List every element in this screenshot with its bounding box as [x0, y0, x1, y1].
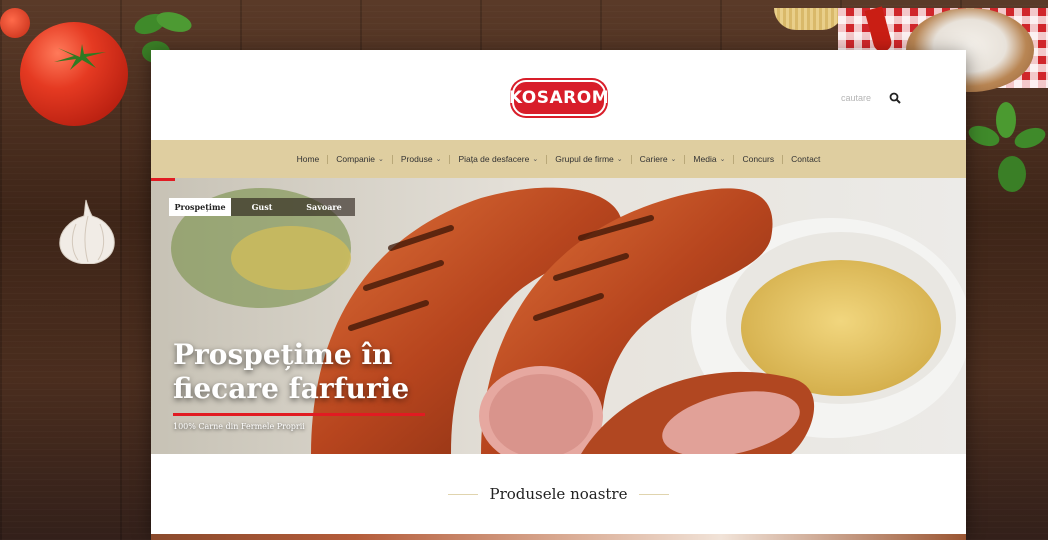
tab-prospetime[interactable]: Prospețime	[169, 198, 231, 216]
hero-accent-bar	[151, 178, 175, 181]
kosarom-logo[interactable]: KOSAROM	[509, 80, 609, 116]
hero-title-line-2: fiecare farfurie	[173, 372, 410, 405]
nav-label: Companie	[336, 154, 376, 164]
nav-label: Cariere	[639, 154, 668, 164]
garlic-decoration	[59, 199, 115, 264]
chevron-down-icon: ⌄	[719, 156, 726, 163]
cherry-tomato-decoration	[0, 8, 30, 38]
nav-label: Home	[296, 154, 320, 164]
chevron-down-icon: ⌄	[532, 156, 539, 163]
basil-leaf-decoration-right	[968, 102, 1046, 192]
nav-item-media[interactable]: Media ⌄	[685, 154, 733, 164]
chevron-down-icon: ⌄	[670, 156, 677, 163]
nav-label: Media	[693, 154, 717, 164]
nav-label: Concurs	[742, 154, 775, 164]
nav-label: Grupul de firme	[555, 154, 614, 164]
tomato-stem-decoration	[54, 44, 106, 70]
nav-item-cariere[interactable]: Cariere ⌄	[632, 154, 685, 164]
search-box	[841, 92, 901, 104]
nav-item-concurs[interactable]: Concurs	[734, 154, 782, 164]
nav-item-piata-de-desfacere[interactable]: Piața de desfacere ⌄	[450, 154, 546, 164]
chevron-down-icon: ⌄	[435, 156, 442, 163]
hero-title-underline	[173, 413, 425, 416]
hero-slider: Prospețime Gust Savoare Prospețime în fi…	[151, 178, 966, 454]
hero-subtitle: 100% Carne din Fermele Proprii	[173, 422, 305, 431]
chevron-down-icon: ⌄	[616, 156, 623, 163]
nav-label: Produse	[400, 154, 433, 164]
search-icon[interactable]	[889, 92, 901, 104]
products-title: Produsele noastre	[489, 485, 628, 503]
pasta-decoration	[774, 8, 844, 30]
nav-item-companie[interactable]: Companie ⌄	[328, 154, 392, 164]
products-section-header: Produsele noastre	[151, 454, 966, 534]
tab-gust[interactable]: Gust	[231, 198, 293, 216]
nav-item-home[interactable]: Home	[289, 154, 328, 164]
hero-title: Prospețime în fiecare farfurie	[173, 338, 409, 406]
search-input[interactable]	[841, 93, 877, 103]
nav-item-produse[interactable]: Produse ⌄	[393, 154, 450, 164]
nav-item-contact[interactable]: Contact	[783, 154, 828, 164]
hero-title-line-1: Prospețime în	[173, 338, 393, 371]
nav-item-grupul-de-firme[interactable]: Grupul de firme ⌄	[547, 154, 630, 164]
heading-decoration-line	[447, 493, 478, 495]
website-card: KOSAROM Home Companie⌄ Produse⌄ Piața de…	[151, 50, 966, 534]
nav-label: Contact	[791, 154, 821, 164]
tomato-decoration	[20, 22, 128, 126]
chevron-down-icon: ⌄	[378, 156, 384, 163]
nav-label: Piața de desfacere	[458, 154, 530, 164]
main-navigation: Home Companie ⌄ Produse ⌄ Piața de desface…	[151, 140, 966, 178]
products-preview-strip	[151, 534, 966, 540]
heading-decoration-line	[639, 493, 670, 495]
site-header: KOSAROM	[151, 50, 966, 140]
slider-tabs: Prospețime Gust Savoare	[169, 198, 355, 216]
tab-savoare[interactable]: Savoare	[293, 198, 355, 216]
